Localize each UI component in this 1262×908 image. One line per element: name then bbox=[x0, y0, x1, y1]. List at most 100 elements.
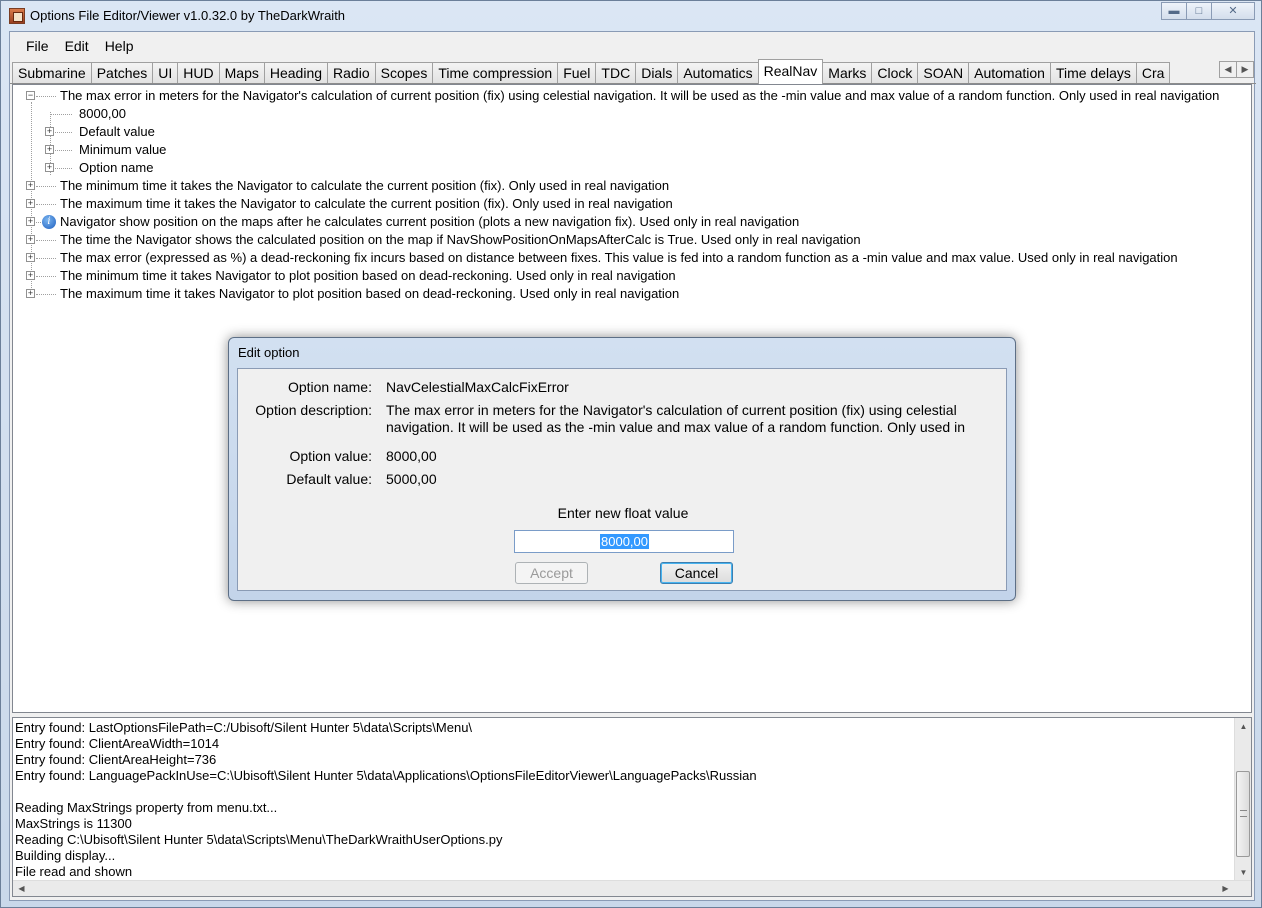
tree-connector bbox=[36, 294, 56, 295]
dialog-body: Option name: NavCelestialMaxCalcFixError… bbox=[237, 368, 1007, 591]
tab-marks[interactable]: Marks bbox=[822, 62, 873, 83]
expand-icon[interactable]: + bbox=[26, 271, 35, 280]
expand-icon[interactable]: + bbox=[26, 181, 35, 190]
log-line: Reading C:\Ubisoft\Silent Hunter 5\data\… bbox=[15, 832, 503, 847]
scroll-left-icon[interactable]: ◀ bbox=[13, 881, 30, 897]
scroll-up-icon[interactable]: ▲ bbox=[1235, 718, 1252, 735]
tree-item-label: The time the Navigator shows the calcula… bbox=[60, 232, 861, 247]
tab-clock[interactable]: Clock bbox=[871, 62, 919, 83]
expand-icon[interactable]: + bbox=[45, 127, 54, 136]
tree-connector bbox=[55, 168, 72, 169]
tree-child-value-label: 8000,00 bbox=[79, 106, 126, 121]
info-icon: i bbox=[42, 215, 56, 229]
option-description-label: Option description: bbox=[255, 402, 372, 418]
option-value-label: Option value: bbox=[289, 448, 373, 464]
tab-ui[interactable]: UI bbox=[152, 62, 179, 83]
menu-help[interactable]: Help bbox=[97, 35, 142, 57]
tab-automation[interactable]: Automation bbox=[968, 62, 1051, 83]
log-line: Entry found: ClientAreaWidth=1014 bbox=[15, 736, 220, 751]
tab-patches[interactable]: Patches bbox=[90, 62, 154, 83]
tab-heading[interactable]: Heading bbox=[263, 62, 329, 83]
tab-scroll-left-icon[interactable]: ◀ bbox=[1219, 61, 1237, 78]
tree-connector bbox=[36, 204, 56, 205]
log-lines: Entry found: LastOptionsFilePath=C:/Ubis… bbox=[15, 720, 757, 880]
tab-hud[interactable]: HUD bbox=[177, 62, 220, 83]
tree-connector bbox=[36, 186, 56, 187]
tab-tdc[interactable]: TDC bbox=[595, 62, 637, 83]
expand-icon[interactable]: + bbox=[26, 289, 35, 298]
log-line: MaxStrings is 11300 bbox=[15, 816, 132, 831]
tab-soan[interactable]: SOAN bbox=[917, 62, 970, 83]
minimize-button[interactable]: ▬ bbox=[1161, 2, 1187, 20]
tab-time-delays[interactable]: Time delays bbox=[1049, 62, 1137, 83]
scroll-thumb[interactable] bbox=[1236, 771, 1250, 857]
tree-item-expanded[interactable]: − The max error in meters for the Naviga… bbox=[13, 87, 1251, 105]
tree-connector bbox=[36, 276, 56, 277]
log-line: Entry found: LanguagePackInUse=C:\Ubisof… bbox=[15, 768, 757, 783]
tree-connector bbox=[50, 114, 72, 115]
tab-scroll-buttons: ◀ ▶ bbox=[1219, 61, 1254, 78]
app-window: Options File Editor/Viewer v1.0.32.0 by … bbox=[0, 0, 1262, 908]
tab-submarine[interactable]: Submarine bbox=[12, 62, 92, 83]
tab-list: Submarine Patches UI HUD Maps Heading Radio Sco… bbox=[12, 59, 1171, 84]
log-horizontal-scrollbar[interactable]: ◀ ▶ bbox=[13, 880, 1251, 896]
log-panel[interactable]: Entry found: LastOptionsFilePath=C:/Ubis… bbox=[12, 717, 1252, 897]
menu-file[interactable]: File bbox=[18, 35, 57, 57]
tree-item-label: The minimum time it takes Navigator to p… bbox=[60, 268, 676, 283]
menu-bar: File Edit Help bbox=[10, 32, 1254, 59]
tree-item-label: The max error (expressed as %) a dead-re… bbox=[60, 250, 1178, 265]
log-vertical-scrollbar[interactable]: ▲ ▼ bbox=[1234, 718, 1251, 881]
maximize-button[interactable]: □ bbox=[1186, 2, 1212, 20]
tab-dials[interactable]: Dials bbox=[635, 62, 679, 83]
menu-edit[interactable]: Edit bbox=[57, 35, 97, 57]
option-description-value: The max error in meters for the Navigato… bbox=[386, 402, 965, 435]
tree-guide-line bbox=[31, 102, 32, 292]
close-button[interactable]: ✕ bbox=[1211, 2, 1255, 20]
log-line: Entry found: ClientAreaHeight=736 bbox=[15, 752, 217, 767]
tree-child-label: Minimum value bbox=[79, 142, 167, 157]
tree-connector bbox=[55, 150, 72, 151]
window-title: Options File Editor/Viewer v1.0.32.0 by … bbox=[30, 8, 346, 23]
expand-icon[interactable]: + bbox=[26, 217, 35, 226]
edit-option-dialog: Edit option Option name: NavCelestialMax… bbox=[228, 337, 1016, 601]
app-icon[interactable] bbox=[9, 8, 25, 24]
expand-icon[interactable]: + bbox=[45, 163, 54, 172]
expand-icon[interactable]: + bbox=[45, 145, 54, 154]
collapse-icon[interactable]: − bbox=[26, 91, 35, 100]
tab-scroll-right-icon[interactable]: ▶ bbox=[1236, 61, 1254, 78]
tree-child-label: Default value bbox=[79, 124, 155, 139]
tree-connector bbox=[36, 96, 56, 97]
tab-automatics[interactable]: Automatics bbox=[677, 62, 759, 83]
tab-fuel[interactable]: Fuel bbox=[557, 62, 597, 83]
cancel-button[interactable]: Cancel bbox=[660, 562, 733, 584]
tab-time-compression[interactable]: Time compression bbox=[432, 62, 559, 83]
default-value-label: Default value: bbox=[286, 471, 372, 487]
expand-icon[interactable]: + bbox=[26, 199, 35, 208]
tree-connector bbox=[36, 240, 56, 241]
tab-realnav[interactable]: RealNav bbox=[757, 59, 824, 84]
title-bar[interactable]: Options File Editor/Viewer v1.0.32.0 by … bbox=[1, 1, 1261, 31]
tab-radio[interactable]: Radio bbox=[327, 62, 376, 83]
tree-item-label: Navigator show position on the maps afte… bbox=[60, 214, 800, 229]
dialog-title: Edit option bbox=[238, 345, 300, 360]
tab-scopes[interactable]: Scopes bbox=[374, 62, 434, 83]
tab-maps[interactable]: Maps bbox=[218, 62, 265, 83]
expand-icon[interactable]: + bbox=[26, 235, 35, 244]
accept-button[interactable]: Accept bbox=[515, 562, 588, 584]
tab-cra[interactable]: Cra bbox=[1135, 62, 1171, 83]
tree-item-label: The max error in meters for the Navigato… bbox=[60, 88, 1220, 103]
tree-connector bbox=[55, 132, 72, 133]
scroll-right-icon[interactable]: ▶ bbox=[1217, 881, 1234, 897]
tree-item-label: The maximum time it takes the Navigator … bbox=[60, 196, 673, 211]
float-value-selection: 8000,00 bbox=[600, 534, 649, 549]
tree-connector bbox=[36, 258, 56, 259]
option-name-label: Option name: bbox=[287, 379, 372, 395]
default-value: 5000,00 bbox=[386, 471, 437, 487]
scroll-down-icon[interactable]: ▼ bbox=[1235, 864, 1252, 881]
log-line: Reading MaxStrings property from menu.tx… bbox=[15, 800, 278, 815]
tab-strip: Submarine Patches UI HUD Maps Heading Radio Sco… bbox=[10, 59, 1256, 84]
expand-icon[interactable]: + bbox=[26, 253, 35, 262]
grip-icon bbox=[1240, 810, 1247, 817]
caption-buttons: ▬ □ ✕ bbox=[1161, 2, 1255, 20]
